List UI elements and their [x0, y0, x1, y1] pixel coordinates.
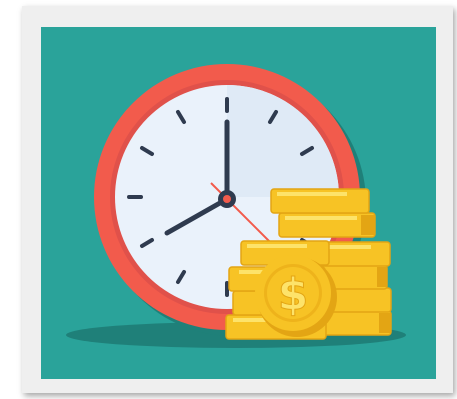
svg-text:$: $: [278, 269, 309, 320]
time-is-money-illustration: $: [66, 64, 406, 348]
illustration-panel: $: [41, 27, 436, 379]
picture-frame: $: [22, 6, 453, 393]
